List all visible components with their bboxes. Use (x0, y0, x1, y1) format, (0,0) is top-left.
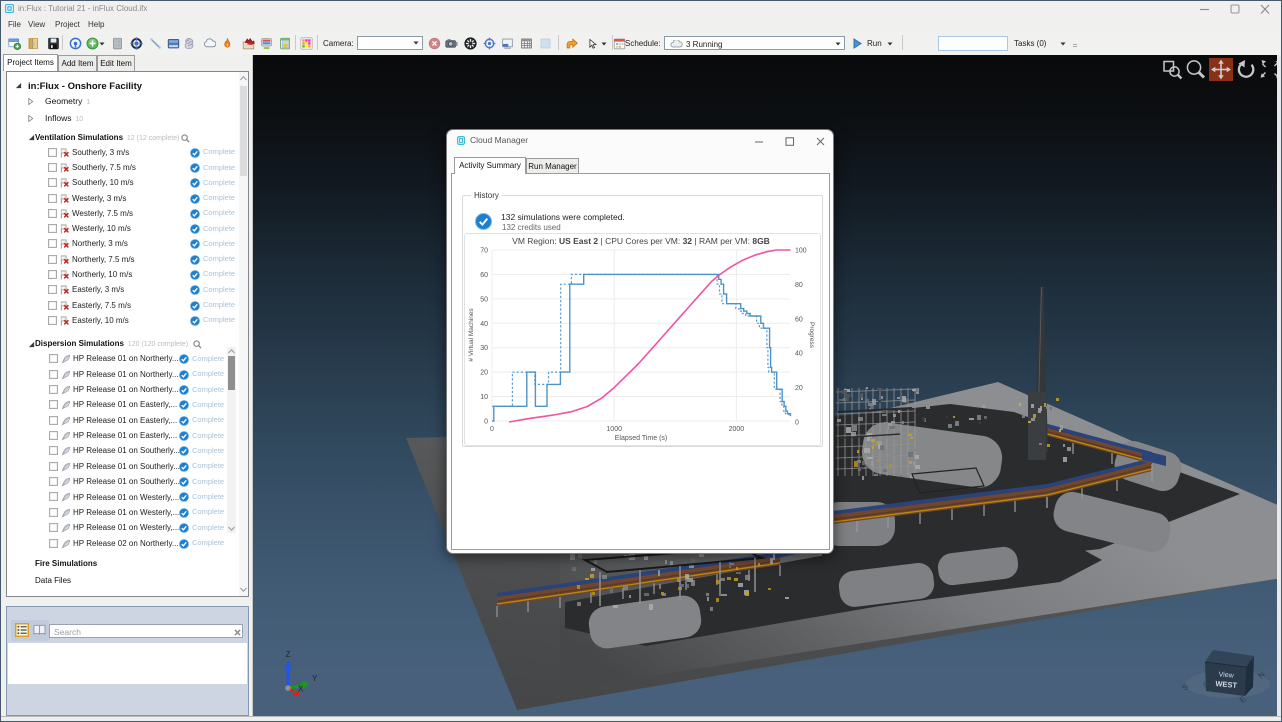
svg-text:80: 80 (795, 282, 803, 289)
svg-text:100: 100 (795, 248, 807, 255)
svg-text:0: 0 (484, 419, 488, 426)
svg-text:Elapsed Time (s): Elapsed Time (s) (615, 435, 668, 442)
svg-text:0: 0 (795, 420, 799, 427)
svg-text:1000: 1000 (606, 426, 622, 433)
svg-text:Progress: Progress (808, 322, 815, 349)
svg-text:0: 0 (490, 426, 494, 433)
svg-text:# Virtual Machines: # Virtual Machines (468, 308, 475, 362)
svg-text:60: 60 (795, 316, 803, 323)
svg-text:VM Region: US East 2 | CPU Cor: VM Region: US East 2 | CPU Cores per VM:… (512, 236, 770, 246)
svg-text:20: 20 (480, 370, 488, 377)
svg-text:10: 10 (480, 394, 488, 401)
svg-text:WEST: WEST (1215, 679, 1238, 690)
svg-text:Z: Z (286, 650, 291, 659)
svg-text:40: 40 (480, 321, 488, 328)
svg-text:50: 50 (480, 296, 488, 303)
svg-text:40: 40 (795, 351, 803, 358)
svg-text:Y: Y (312, 674, 318, 683)
svg-text:View: View (1218, 671, 1235, 679)
svg-text:2000: 2000 (729, 426, 745, 433)
svg-text:20: 20 (795, 385, 803, 392)
svg-text:70: 70 (480, 248, 488, 255)
svg-text:30: 30 (480, 345, 488, 352)
svg-text:X: X (298, 685, 304, 694)
svg-text:60: 60 (480, 272, 488, 279)
